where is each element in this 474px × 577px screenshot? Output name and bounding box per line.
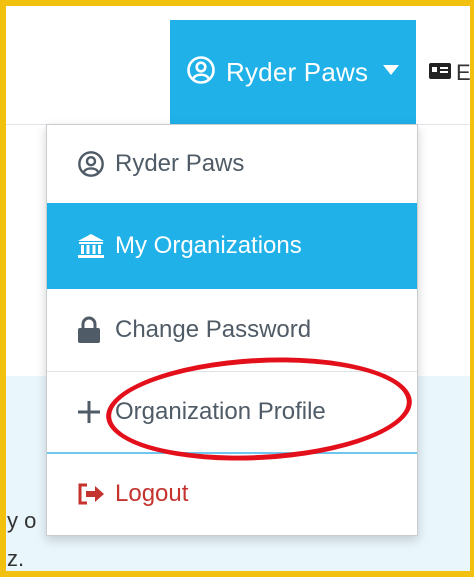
language-selector[interactable]: E bbox=[428, 60, 471, 86]
menu-item-label: Ryder Paws bbox=[115, 150, 245, 177]
background-text-line: z. bbox=[7, 546, 25, 571]
background-text-line: y o bbox=[7, 508, 37, 533]
id-card-icon bbox=[428, 62, 452, 85]
menu-item-my-organizations[interactable]: My Organizations bbox=[47, 203, 417, 289]
user-circle-icon bbox=[186, 55, 216, 90]
user-menu-label: Ryder Paws bbox=[226, 56, 369, 87]
bank-icon bbox=[77, 233, 111, 259]
logout-icon bbox=[77, 482, 111, 506]
user-circle-icon bbox=[77, 150, 111, 178]
menu-item-label: My Organizations bbox=[115, 232, 302, 259]
user-dropdown-menu: Ryder Paws My Organizations Change Passw… bbox=[46, 124, 418, 536]
menu-item-profile[interactable]: Ryder Paws bbox=[47, 125, 417, 203]
menu-item-change-password[interactable]: Change Password bbox=[47, 289, 417, 371]
menu-item-label: Logout bbox=[115, 480, 189, 507]
user-menu-button[interactable]: Ryder Paws bbox=[170, 20, 416, 124]
language-label-partial: E bbox=[456, 60, 471, 85]
menu-item-logout[interactable]: Logout bbox=[47, 454, 417, 534]
menu-item-label: Change Password bbox=[115, 316, 312, 343]
caret-down-icon bbox=[382, 63, 400, 81]
lock-icon bbox=[77, 316, 111, 344]
